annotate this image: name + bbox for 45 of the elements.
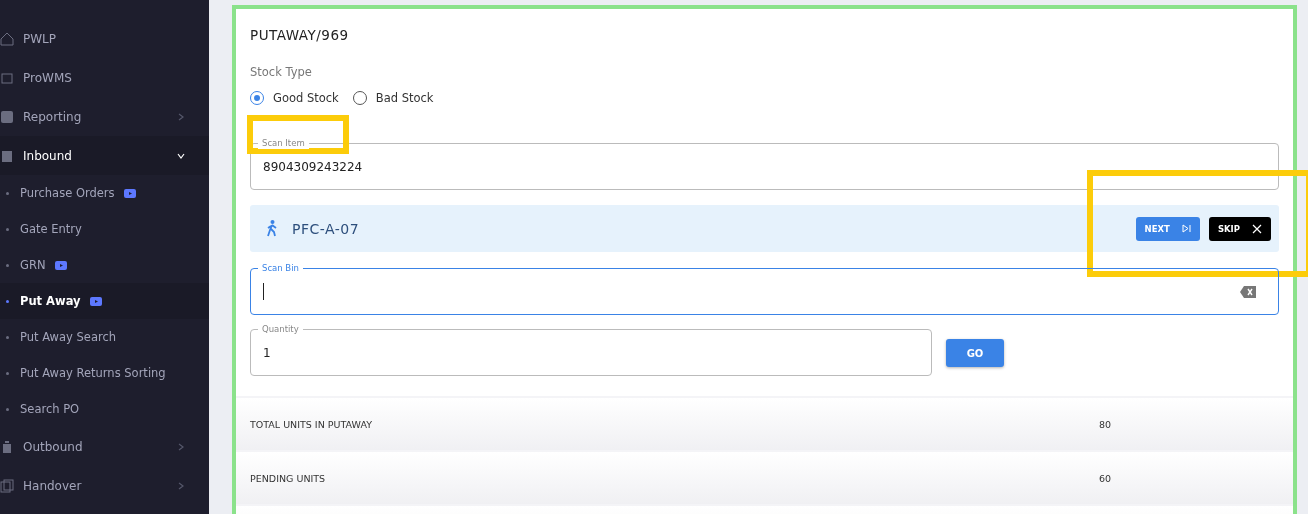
- go-button[interactable]: GO: [946, 339, 1004, 367]
- chevron-right-icon: [177, 481, 185, 490]
- sidebar-subitem[interactable]: Put Away Search: [0, 319, 209, 355]
- stat-value: 80: [1099, 418, 1113, 430]
- sidebar-item[interactable]: ProWMS: [0, 58, 209, 97]
- sidebar-item[interactable]: Outbound: [0, 427, 209, 466]
- stat-label: PENDING UNITS: [250, 472, 327, 484]
- chevron-right-icon: [177, 442, 185, 451]
- video-icon: [123, 188, 136, 198]
- sidebar-item[interactable]: Handover: [0, 466, 209, 505]
- house-icon: [0, 31, 14, 46]
- backspace-icon[interactable]: [1240, 286, 1256, 298]
- video-icon: [89, 296, 102, 306]
- field-label: Quantity: [258, 323, 303, 335]
- close-icon: [1252, 223, 1262, 234]
- card-title: PUTAWAY/969: [250, 27, 350, 43]
- sidebar-subitem[interactable]: Purchase Orders: [0, 175, 209, 211]
- stat-label: TOTAL UNITS IN PUTAWAY: [250, 418, 373, 430]
- skip-button[interactable]: SKIP: [1208, 216, 1271, 241]
- sidebar-item[interactable]: PWLP: [0, 19, 209, 58]
- skip-next-icon: [1181, 224, 1191, 233]
- chevron-right-icon: [177, 112, 185, 121]
- stock-radio[interactable]: Good Stock: [250, 91, 339, 105]
- location-code: PFC-A-07: [292, 220, 361, 237]
- copy-icon: [0, 478, 14, 493]
- sidebar-subitem[interactable]: Put Away: [0, 283, 209, 319]
- field-value: 1: [263, 345, 271, 360]
- sidebar-subitem[interactable]: Gate Entry: [0, 211, 209, 247]
- sidebar-subitem[interactable]: GRN: [0, 247, 209, 283]
- field-label: Scan Item: [258, 137, 309, 149]
- field-label: Scan Bin: [258, 262, 303, 274]
- walking-person-icon: [266, 220, 278, 237]
- chevron-down-icon: [177, 151, 185, 160]
- bin-icon: [0, 439, 14, 454]
- sidebar-item[interactable]: Reporting: [0, 97, 209, 136]
- text-cursor: [263, 283, 264, 300]
- sidebar-subitem[interactable]: Put Away Returns Sorting: [0, 355, 209, 391]
- video-icon: [54, 260, 67, 270]
- next-button[interactable]: NEXT: [1135, 216, 1200, 241]
- stat-value: 60: [1099, 472, 1113, 484]
- box-icon: [0, 70, 14, 85]
- stock-radio[interactable]: Bad Stock: [352, 91, 434, 105]
- sidebar-subitem[interactable]: Search PO: [0, 391, 209, 427]
- sidebar-item[interactable]: Inbound: [0, 136, 209, 175]
- stock-type-label: Stock Type: [250, 65, 313, 79]
